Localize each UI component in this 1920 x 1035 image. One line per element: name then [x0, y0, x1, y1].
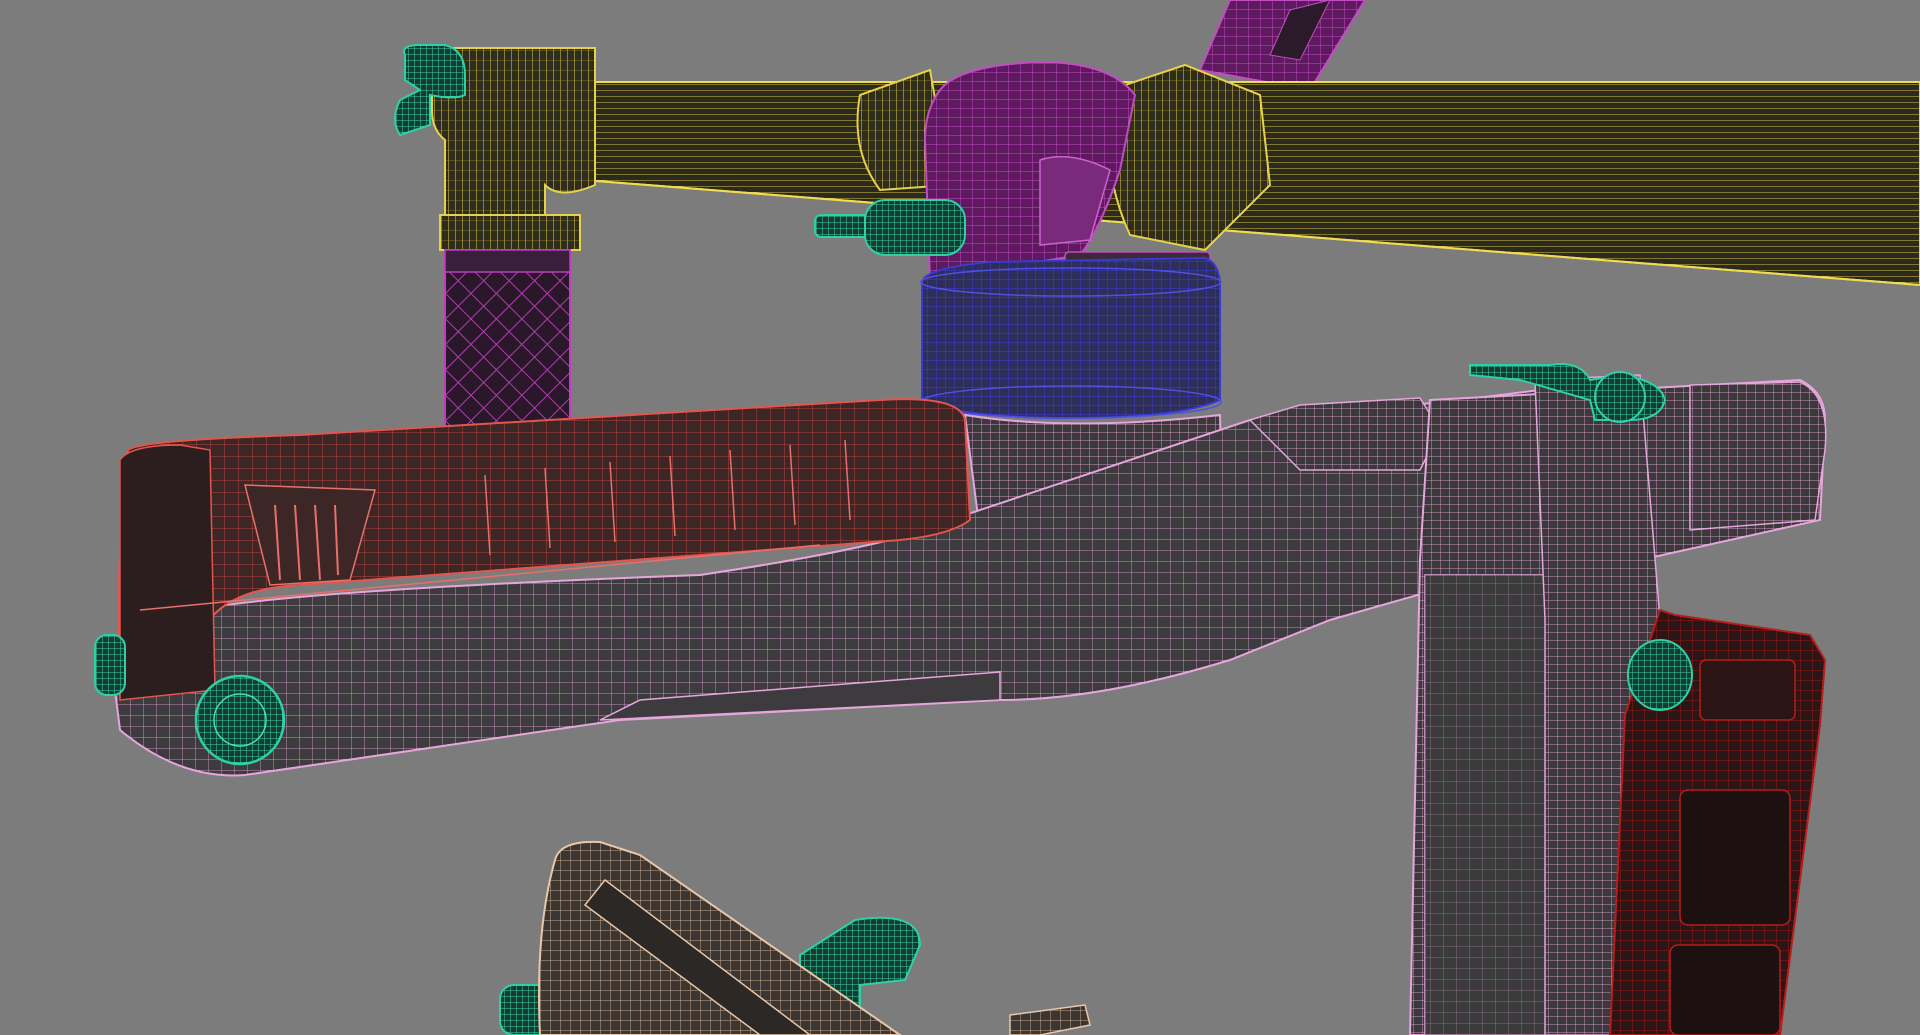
- motor-housing: [920, 256, 1222, 420]
- side-knob-hub: [814, 214, 871, 238]
- lower-clamp: [538, 840, 1091, 1035]
- handle-grip-left: [444, 249, 571, 431]
- upper-strut: [1198, 0, 1367, 92]
- upright-side-knob: [1627, 639, 1693, 711]
- 3d-viewport[interactable]: [0, 0, 1920, 1035]
- battery-knob: [194, 674, 286, 766]
- wireframe-scene: [94, 0, 1920, 1035]
